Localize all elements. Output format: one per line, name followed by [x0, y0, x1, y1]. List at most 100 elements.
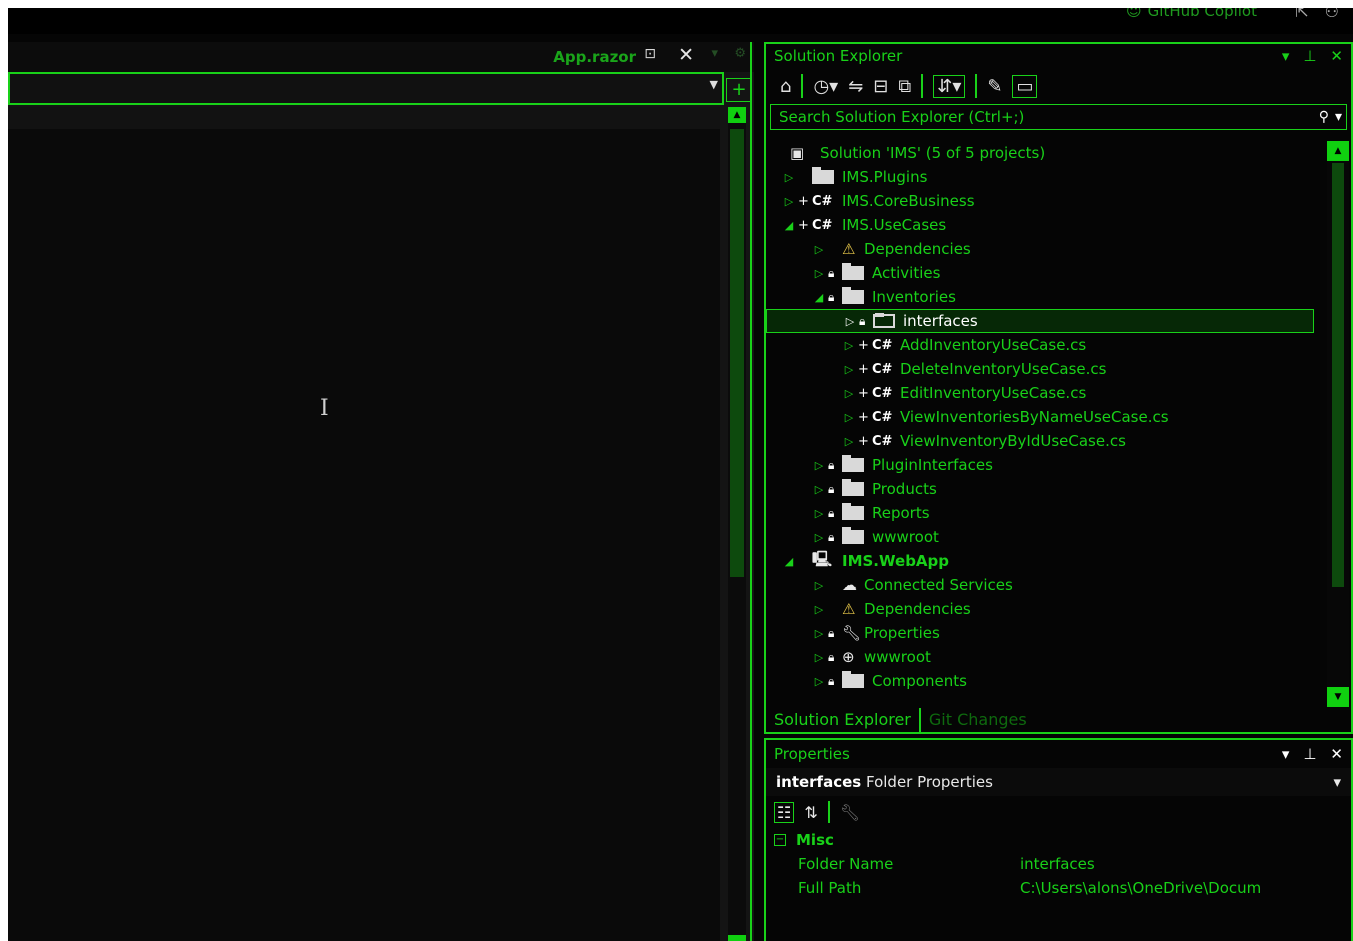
tree-item-plugininterfaces[interactable]: ▷ 🔒︎ PluginInterfaces [766, 453, 1314, 477]
tree-item-inventories[interactable]: ◢ 🔒︎ Inventories [766, 285, 1314, 309]
tree-item-ims-plugins[interactable]: ▷ IMS.Plugins [766, 165, 1314, 189]
tree-item-interfaces[interactable]: ▷ 🔒︎ interfaces [766, 309, 1314, 333]
pin-icon[interactable]: ⊥ [1303, 745, 1316, 763]
close-icon[interactable]: ✕ [1330, 47, 1343, 65]
toolbar-separator [921, 74, 924, 98]
property-row[interactable]: Full Path C:\Users\alons\OneDrive\Docum [766, 876, 1351, 900]
collapse-icon[interactable]: − [774, 834, 786, 846]
tree-item-solution[interactable]: ▣ Solution 'IMS' (5 of 5 projects) [766, 141, 1314, 165]
dropdown-icon[interactable]: ▾ [1282, 47, 1290, 65]
collapse-icon[interactable]: ◢ [810, 291, 828, 304]
tree-item-cs-file[interactable]: ▷ + C# DeleteInventoryUseCase.cs [766, 357, 1314, 381]
sync-icon[interactable]: ⇋ [848, 76, 863, 97]
chevron-down-icon[interactable]: ▾ [1333, 773, 1341, 791]
solution-icon: ▣ [790, 144, 805, 162]
expand-icon[interactable]: ▷ [810, 627, 828, 640]
scroll-up-icon[interactable]: ▲ [728, 107, 746, 123]
expand-icon[interactable]: ▷ [780, 195, 798, 208]
expand-icon[interactable]: ▷ [810, 507, 828, 520]
expand-icon[interactable]: ▷ [840, 435, 858, 448]
alphabetical-icon[interactable]: ⇅ [804, 803, 817, 822]
tab-app-razor[interactable]: App.razor [553, 48, 636, 66]
search-icon[interactable]: ⚲ [1319, 109, 1329, 125]
history-icon[interactable]: ◷▾ [813, 76, 838, 97]
search-options-icon[interactable]: ▾ [1335, 109, 1342, 125]
split-editor-button[interactable]: + [726, 78, 752, 102]
preview-icon[interactable]: ▭ [1012, 74, 1038, 98]
home-icon[interactable]: ⌂ [780, 76, 791, 97]
category-misc[interactable]: − Misc [766, 828, 1351, 852]
tree-item-components[interactable]: ▷ 🔒︎ Components [766, 669, 1314, 693]
expand-icon[interactable]: ▷ [841, 315, 859, 328]
expand-icon[interactable]: ▷ [810, 603, 828, 616]
tree-item-wwwroot-web[interactable]: ▷ 🔒︎ ⊕ wwwroot [766, 645, 1314, 669]
collapse-icon[interactable]: ◢ [780, 555, 798, 568]
property-pages-icon[interactable]: 🔧︎ [840, 803, 860, 822]
tree-item-cs-file[interactable]: ▷ + C# ViewInventoryByIdUseCase.cs [766, 429, 1314, 453]
tree-item-connected-services[interactable]: ▷ ☁ Connected Services [766, 573, 1314, 597]
tree-item-ims-corebusiness[interactable]: ▷ + C# IMS.CoreBusiness [766, 189, 1314, 213]
tree-item-cs-file[interactable]: ▷ + C# EditInventoryUseCase.cs [766, 381, 1314, 405]
dropdown-icon[interactable]: ▾ [1282, 745, 1290, 763]
editor-scrollbar[interactable]: ▲ [728, 107, 746, 941]
code-area[interactable] [8, 107, 720, 941]
properties-icon[interactable]: ✎ [987, 76, 1002, 97]
chevron-down-icon[interactable]: ▼ [710, 78, 718, 91]
tab-dropdown-icon[interactable]: ▾ [711, 46, 718, 61]
navigation-bar[interactable]: ▼ [8, 72, 724, 105]
expand-icon[interactable]: ▷ [840, 339, 858, 352]
expand-icon[interactable]: ▷ [810, 651, 828, 664]
properties-title: Properties [774, 745, 850, 763]
tree-item-dependencies[interactable]: ▷ ⚠ Dependencies [766, 237, 1314, 261]
collapse-icon[interactable]: ◢ [780, 219, 798, 232]
tree-item-activities[interactable]: ▷ 🔒︎ Activities [766, 261, 1314, 285]
tree-item-products[interactable]: ▷ 🔒︎ Products [766, 477, 1314, 501]
expand-icon[interactable]: ▷ [810, 675, 828, 688]
expand-icon[interactable]: ▷ [810, 267, 828, 280]
tab-solution-explorer[interactable]: Solution Explorer [766, 708, 921, 734]
solution-tree-scrollbar[interactable]: ▲ ▼ [1327, 141, 1349, 707]
expand-icon[interactable]: ▷ [840, 411, 858, 424]
show-all-files-icon[interactable]: ⧉ [898, 76, 911, 97]
scroll-thumb[interactable] [730, 129, 744, 577]
expand-icon[interactable]: ▷ [840, 363, 858, 376]
scope-icon[interactable]: ⇵▾ [933, 74, 966, 98]
property-value[interactable]: interfaces [1020, 855, 1095, 873]
tree-item-properties[interactable]: ▷ 🔒︎ 🔧︎ Properties [766, 621, 1314, 645]
pin-tab-icon[interactable]: ⊡ [644, 46, 656, 62]
share-icon[interactable]: ⇱ [1295, 8, 1308, 21]
tree-item-cs-file[interactable]: ▷ + C# AddInventoryUseCase.cs [766, 333, 1314, 357]
pane-divider[interactable] [750, 42, 752, 941]
account-icon[interactable]: ⚇ [1325, 8, 1339, 21]
categorized-icon[interactable]: ☷ [774, 801, 795, 823]
expand-icon[interactable]: ▷ [840, 387, 858, 400]
expand-icon[interactable]: ▷ [780, 171, 798, 184]
expand-icon[interactable]: ▷ [810, 579, 828, 592]
expand-icon[interactable]: ▷ [810, 483, 828, 496]
object-selector[interactable]: interfaces Folder Properties ▾ [766, 768, 1351, 796]
tree-item-reports[interactable]: ▷ 🔒︎ Reports [766, 501, 1314, 525]
solution-explorer-header: Solution Explorer ▾ ⊥ ✕ [766, 44, 1351, 68]
tree-item-ims-webapp[interactable]: ◢ 🖳︎ IMS.WebApp [766, 549, 1314, 573]
tree-item-cs-file[interactable]: ▷ + C# ViewInventoriesByNameUseCase.cs [766, 405, 1314, 429]
scroll-down-icon[interactable]: ▼ [1327, 687, 1349, 707]
pin-icon[interactable]: ⊥ [1303, 47, 1316, 65]
close-tab-icon[interactable]: ✕ [678, 44, 694, 66]
close-icon[interactable]: ✕ [1330, 745, 1343, 763]
tree-item-ims-usecases[interactable]: ◢ + C# IMS.UseCases [766, 213, 1314, 237]
collapse-all-icon[interactable]: ⊟ [873, 76, 888, 97]
scroll-up-icon[interactable]: ▲ [1327, 141, 1349, 161]
gear-icon[interactable]: ⚙ [734, 46, 746, 61]
copilot-button[interactable]: ☺ GitHub Copilot [1126, 8, 1257, 20]
property-row[interactable]: Folder Name interfaces [766, 852, 1351, 876]
folder-icon [842, 503, 864, 520]
scroll-thumb[interactable] [1332, 163, 1344, 587]
tree-item-wwwroot[interactable]: ▷ 🔒︎ wwwroot [766, 525, 1314, 549]
tree-item-dependencies[interactable]: ▷ ⚠ Dependencies [766, 597, 1314, 621]
solution-search-input[interactable]: Search Solution Explorer (Ctrl+;) ⚲ ▾ [770, 104, 1347, 130]
expand-icon[interactable]: ▷ [810, 243, 828, 256]
expand-icon[interactable]: ▷ [810, 531, 828, 544]
property-value[interactable]: C:\Users\alons\OneDrive\Docum [1020, 879, 1261, 897]
expand-icon[interactable]: ▷ [810, 459, 828, 472]
tab-git-changes[interactable]: Git Changes [921, 708, 1035, 734]
